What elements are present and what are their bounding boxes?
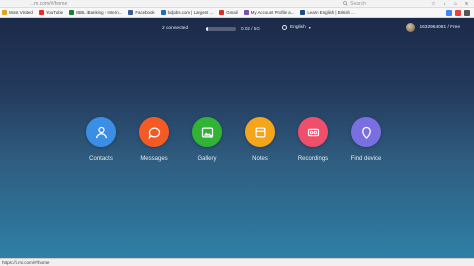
extension-icon[interactable] [455, 10, 461, 16]
bookmark-label: Most Visited [9, 10, 33, 15]
app-label: Find device [350, 156, 382, 162]
account-label: 1632964081 / Free [419, 25, 460, 30]
bookmark-favicon-icon [243, 10, 249, 15]
location-pin-icon [361, 126, 371, 139]
bookmark-favicon-icon [128, 10, 134, 15]
browser-controls: ☆ ↓ ⌂ ≡ [431, 0, 468, 8]
menu-icon[interactable]: ≡ [465, 1, 468, 7]
home-icon[interactable]: ⌂ [454, 1, 457, 7]
globe-icon [282, 25, 287, 30]
app-icon-button[interactable] [139, 117, 169, 147]
storage-text: 0.02 / 5G [241, 26, 260, 31]
storage-indicator[interactable]: 0.02 / 5G [206, 26, 260, 31]
browser-toolbar: ...m.com/#/home Search ☆ ↓ ⌂ ≡ [0, 0, 474, 8]
recording-icon [307, 128, 319, 136]
address-bar[interactable]: ...m.com/#/home [30, 1, 67, 7]
mi-cloud-app: 2 connected 0.02 / 5G English ▾ 16329640… [0, 18, 474, 258]
storage-bar [206, 26, 236, 31]
bookmark-favicon-icon [160, 10, 166, 15]
chat-icon [147, 127, 160, 139]
image-icon [201, 127, 213, 138]
app-topbar: 2 connected 0.02 / 5G English ▾ 16329640… [0, 18, 474, 40]
bookmark-label: Learn English | British ... [307, 10, 355, 15]
note-icon [255, 127, 265, 137]
bookmark-favicon-icon [300, 10, 306, 15]
account-menu[interactable]: 1632964081 / Free [406, 23, 460, 32]
app-label: Recordings [297, 156, 329, 162]
app-notes[interactable]: Notes [233, 117, 287, 162]
chevron-down-icon: ▾ [308, 25, 311, 30]
app-icon-button[interactable] [298, 117, 328, 147]
bookmark-favicon-icon [219, 10, 225, 15]
bookmark-label: IBBL iBanking - Intern... [76, 10, 123, 15]
bookmark-label: My Account Profile a... [250, 10, 295, 15]
bookmark-label: YouTube [45, 10, 64, 15]
browser-status-bar: https://i.mi.com/#/home [0, 258, 474, 266]
app-messages[interactable]: Messages [127, 117, 181, 162]
language-selector[interactable]: English ▾ [282, 25, 311, 30]
app-launcher: Contacts Messages Gallery Notes Recordings Fi… [74, 117, 410, 173]
bookmark-item[interactable]: Facebook [128, 10, 155, 15]
person-icon [95, 126, 107, 138]
browser-search-box[interactable]: Search [343, 0, 366, 7]
bookmark-label: bdjobs.com | Largest ... [167, 10, 214, 15]
bookmark-favicon-icon [38, 10, 44, 15]
app-label: Contacts [89, 156, 113, 162]
browser-search-placeholder: Search [350, 0, 366, 7]
language-label: English [290, 25, 306, 30]
bookmark-item[interactable]: My Account Profile a... [243, 10, 295, 15]
bookmark-label: Gmail [226, 10, 238, 15]
app-find-device[interactable]: Find device [339, 117, 393, 162]
download-icon[interactable]: ↓ [444, 1, 447, 7]
app-gallery[interactable]: Gallery [180, 117, 234, 162]
app-label: Gallery [197, 156, 217, 162]
avatar [406, 23, 416, 32]
status-url: https://i.mi.com/#/home [2, 260, 50, 265]
bookmark-item[interactable]: Learn English | British ... [300, 10, 355, 15]
app-recordings[interactable]: Recordings [286, 117, 340, 162]
connected-status: 2 connected [162, 26, 189, 31]
bookmarks-bar: Most Visited YouTube IBBL iBanking - Inter… [0, 8, 474, 18]
bookmark-favicon-icon [2, 10, 7, 15]
storage-fill [206, 26, 209, 31]
bookmark-item[interactable]: bdjobs.com | Largest ... [160, 10, 214, 15]
bookmark-item[interactable]: IBBL iBanking - Intern... [69, 10, 122, 15]
bookmark-item[interactable]: Gmail [219, 10, 238, 15]
app-icon-button[interactable] [245, 117, 275, 147]
extension-icon[interactable] [464, 10, 470, 16]
app-label: Notes [252, 156, 268, 162]
bookmark-favicon-icon [69, 10, 75, 15]
app-label: Messages [140, 156, 168, 162]
app-icon-button[interactable] [351, 117, 381, 147]
bookmark-item[interactable]: YouTube [38, 10, 64, 15]
star-icon[interactable]: ☆ [431, 1, 435, 7]
bookmark-item[interactable]: Most Visited [2, 10, 33, 15]
app-contacts[interactable]: Contacts [74, 117, 128, 162]
extension-icons [446, 8, 470, 17]
search-icon [343, 1, 348, 6]
bookmark-label: Facebook [135, 10, 155, 15]
app-icon-button[interactable] [192, 117, 222, 147]
extension-icon[interactable] [446, 10, 452, 16]
app-icon-button[interactable] [86, 117, 116, 147]
